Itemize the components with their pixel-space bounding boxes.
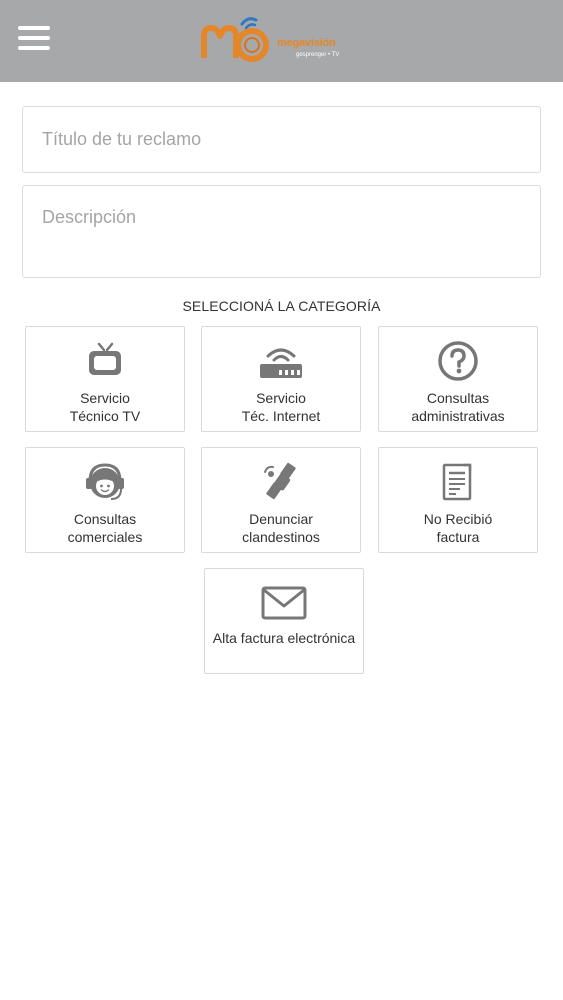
category-label: Servicio Téc. Internet [241,390,321,424]
brand-logo: megavisión gesprenger • TV [200,12,360,68]
brand-name: megavisión [277,37,336,49]
envelope-icon [205,583,363,623]
category-commercial-queries[interactable]: Consultas comerciales [25,447,185,553]
category-internet-service[interactable]: Servicio Téc. Internet [201,326,361,432]
category-admin-queries[interactable]: Consultas administrativas [378,326,538,432]
category-label: Servicio Técnico TV [69,390,141,424]
router-icon [202,341,360,381]
menu-icon[interactable] [18,26,50,50]
brand-tagline: gesprenger • TV [296,52,340,58]
app-header: megavisión gesprenger • TV [0,0,563,82]
category-e-invoice-signup[interactable]: Alta factura electrónica [204,568,364,674]
category-label: Alta factura electrónica [212,630,356,646]
question-icon [379,341,537,381]
title-input[interactable] [23,107,540,172]
category-label: No Recibió factura [423,511,493,545]
invoice-icon [379,462,537,502]
tv-icon [26,341,184,381]
category-label: Denunciar clandestinos [242,511,320,545]
categories-heading: SELECCIONÁ LA CATEGORÍA [182,298,381,314]
category-label: Consultas comerciales [67,511,143,545]
description-field[interactable] [22,185,541,278]
satellite-icon [202,462,360,502]
headset-icon [26,462,184,502]
category-invoice-not-received[interactable]: No Recibió factura [378,447,538,553]
category-label: Consultas administrativas [411,390,505,424]
category-tv-service[interactable]: Servicio Técnico TV [25,326,185,432]
title-field[interactable] [22,106,541,173]
category-report-clandestine[interactable]: Denunciar clandestinos [201,447,361,553]
description-input[interactable] [23,186,540,277]
